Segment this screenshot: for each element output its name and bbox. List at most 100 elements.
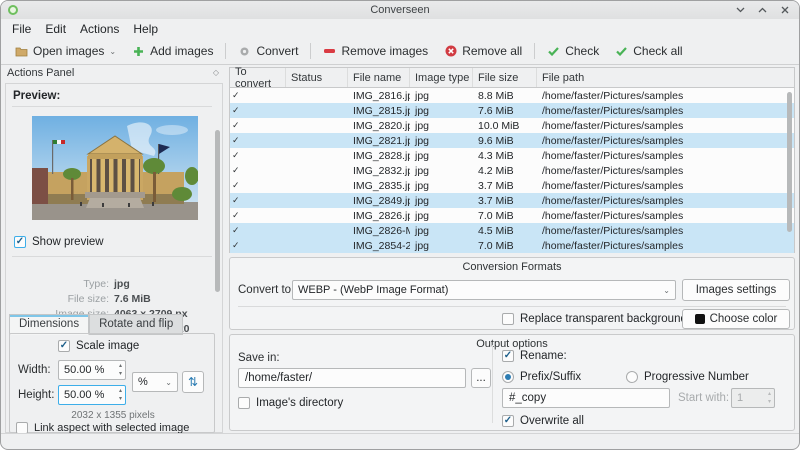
row-check-icon[interactable]: ✓ [230,195,286,206]
table-row[interactable]: ✓ IMG_2826.jpg jpg 7.0 MiB/home/faster/Pict… [230,208,794,223]
show-preview-checkbox[interactable]: Show preview [14,236,104,248]
convert-button[interactable]: Convert [230,41,306,61]
column-header-file-size[interactable]: File size [473,68,537,87]
save-in-input[interactable]: /home/faster/ [238,368,466,388]
panel-scrollbar[interactable] [215,130,220,292]
row-check-icon[interactable]: ✓ [230,210,286,221]
table-row[interactable]: ✓ IMG_2816.jpg jpg 8.8 MiB/home/faster/Pict… [230,88,794,103]
titlebar[interactable]: Converseen [1,1,799,19]
table-cell: IMG_2832.jpg [353,164,410,177]
checkbox-icon [502,313,514,325]
column-header-to-convert[interactable]: To convert [230,66,286,90]
table-cell: /home/faster/Pictures/samples [542,149,684,162]
table-row[interactable]: ✓ IMG_2815.jpg jpg 7.6 MiB/home/faster/Pict… [230,103,794,118]
images-settings-button[interactable]: Images settings [682,279,790,301]
choose-color-button[interactable]: Choose color [682,309,790,329]
table-row[interactable]: ✓ IMG_2849.jpg jpg 3.7 MiB/home/faster/Pict… [230,193,794,208]
table-row[interactable]: ✓ IMG_2828.jpg jpg 4.3 MiB/home/faster/Pict… [230,148,794,163]
menu-file[interactable]: File [5,21,38,37]
table-row[interactable]: ✓ IMG_2835.jpg jpg 3.7 MiB/home/faster/Pict… [230,178,794,193]
width-spinbox[interactable]: 50.00 % ▴ ▾ [58,360,126,380]
checkbox-icon [14,236,26,248]
table-cell: /home/faster/Pictures/samples [542,104,684,117]
tab-dimensions[interactable]: Dimensions [9,314,90,335]
file-table-header: To convert Status File name Image type F… [230,66,794,90]
menu-actions[interactable]: Actions [73,21,126,37]
open-images-button[interactable]: Open images ⌄ [7,41,124,61]
rename-pattern-input[interactable]: #_copy [502,388,670,408]
table-cell: jpg [415,224,430,237]
remove-all-button[interactable]: Remove all [436,41,530,61]
row-check-icon[interactable]: ✓ [230,90,286,101]
info-value: jpg [114,278,130,290]
column-header-image-type[interactable]: Image type [410,68,473,87]
converseen-window: Converseen File Edit Actions Help Open i… [0,0,800,450]
table-cell: 10.0 MiB [478,119,520,132]
table-cell: /home/faster/Pictures/samples [542,239,684,252]
info-value: 7.6 MiB [114,293,151,305]
column-header-status[interactable]: Status [286,68,348,87]
column-header-file-path[interactable]: File path [537,68,794,87]
minimize-icon[interactable] [734,3,747,16]
menu-edit[interactable]: Edit [38,21,73,37]
radio-icon [626,371,638,383]
table-cell: jpg [415,149,430,162]
file-table: To convert Status File name Image type F… [229,66,795,253]
table-row[interactable]: ✓ IMG_2820.jpg jpg 10.0 MiB/home/faster/Pic… [230,118,794,133]
row-check-icon[interactable]: ✓ [230,180,286,191]
format-dropdown[interactable]: WEBP - (WebP Image Format) ⌄ [292,280,676,300]
browse-button[interactable]: ... [471,368,491,388]
table-row[interactable]: ✓ IMG_2832.jpg jpg 4.2 MiB/home/faster/Pict… [230,163,794,178]
row-check-icon[interactable]: ✓ [230,135,286,146]
table-cell: 7.6 MiB [478,104,514,117]
overwrite-all-checkbox[interactable]: Overwrite all [502,415,584,427]
remove-images-button[interactable]: Remove images [315,41,436,61]
table-row[interactable]: ✓ IMG_2821.jpg jpg 9.6 MiB/home/faster/Pict… [230,133,794,148]
table-cell: jpg [415,194,430,207]
table-cell: jpg [415,239,430,252]
prefix-suffix-radio[interactable]: Prefix/Suffix [502,371,581,383]
spinner-arrows-icon[interactable]: ▴ ▾ [119,387,122,403]
rename-checkbox[interactable]: Rename: [502,350,567,362]
row-check-icon[interactable]: ✓ [230,150,286,161]
add-images-button[interactable]: Add images [124,41,221,61]
tab-rotate-and-flip[interactable]: Rotate and flip [89,314,184,335]
row-check-icon[interactable]: ✓ [230,120,286,131]
dock-float-icon[interactable]: ◇ [213,68,219,77]
row-check-icon[interactable]: ✓ [230,225,286,236]
table-cell: IMG_2826-M... [353,224,410,237]
table-cell: 8.8 MiB [478,89,514,102]
table-scrollbar[interactable] [787,92,792,232]
table-cell: /home/faster/Pictures/samples [542,89,684,102]
table-cell: /home/faster/Pictures/samples [542,194,684,207]
spinner-arrows-icon[interactable]: ▴ ▾ [119,362,122,378]
swap-dimensions-button[interactable]: ⇅ [182,371,204,393]
progressive-number-radio[interactable]: Progressive Number [626,371,749,383]
scale-image-checkbox[interactable]: Scale image [58,340,139,352]
table-cell: IMG_2849.jpg [353,194,410,207]
color-swatch-icon [694,314,705,324]
column-header-file-name[interactable]: File name [348,68,410,87]
checkbox-icon [502,415,514,427]
checkbox-icon [502,350,514,362]
menu-help[interactable]: Help [126,21,165,37]
check-all-button[interactable]: Check all [607,41,690,61]
replace-transparent-checkbox[interactable]: Replace transparent background [502,313,687,325]
images-directory-checkbox[interactable]: Image's directory [238,397,343,409]
info-label: File size: [67,293,109,305]
close-icon[interactable] [778,3,791,16]
width-label: Width: [18,364,51,376]
height-spinbox[interactable]: 50.00 % ▴ ▾ [58,385,126,405]
check-button[interactable]: Check [539,41,607,61]
unit-dropdown[interactable]: % ⌄ [132,372,178,392]
table-row[interactable]: ✓ IMG_2854-2.j... jpg 7.0 MiB/home/faster/P… [230,238,794,253]
table-row[interactable]: ✓ IMG_2826-M... jpg 4.5 MiB/home/faster/Pic… [230,223,794,238]
row-check-icon[interactable]: ✓ [230,240,286,251]
table-cell: IMG_2820.jpg [353,119,410,132]
table-cell: jpg [415,164,430,177]
open-folder-icon [15,45,28,58]
maximize-icon[interactable] [756,3,769,16]
start-with-spinbox[interactable]: 1 ▴ ▾ [731,388,775,408]
row-check-icon[interactable]: ✓ [230,105,286,116]
row-check-icon[interactable]: ✓ [230,165,286,176]
